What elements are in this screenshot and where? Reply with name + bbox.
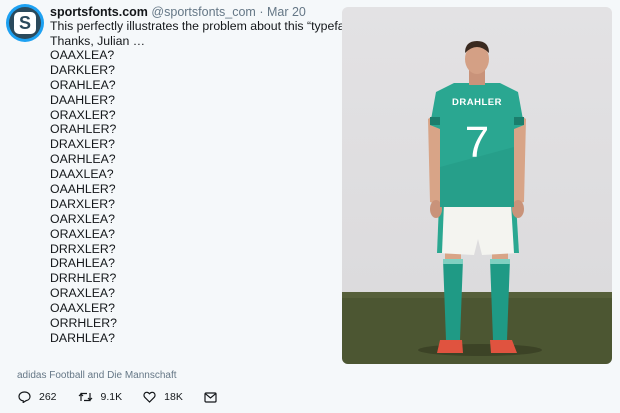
player-photo: DRAHLER 7 bbox=[342, 41, 612, 364]
variant-item: OARHLEA? bbox=[50, 152, 116, 167]
reply-count: 262 bbox=[39, 391, 57, 403]
variant-item: ORAHLEA? bbox=[50, 77, 116, 92]
separator: · bbox=[259, 5, 264, 19]
tweet-line: Thanks, Julian … bbox=[50, 34, 146, 48]
like-button[interactable]: 18K bbox=[143, 391, 183, 403]
tweet-date[interactable]: Mar 20 bbox=[267, 5, 306, 19]
author-name[interactable]: sportsfonts.com bbox=[50, 5, 148, 19]
variant-item: DRRHLER? bbox=[50, 271, 117, 286]
variant-item: DARXLER? bbox=[50, 196, 115, 211]
like-count: 18K bbox=[164, 391, 183, 403]
variant-item: DRRXLER? bbox=[50, 241, 116, 256]
variant-item: DARKLER? bbox=[50, 62, 115, 77]
jersey-name: DRAHLER bbox=[452, 97, 502, 108]
avatar[interactable]: S bbox=[6, 4, 44, 42]
variant-item: ORAHLER? bbox=[50, 122, 117, 137]
variant-item: OAAHLER? bbox=[50, 182, 116, 197]
name-variants-list: OAAXLEA? DARKLER? ORAHLEA? DAAHLER? ORAX… bbox=[50, 48, 117, 346]
direct-message-button[interactable] bbox=[204, 391, 217, 403]
retweet-count: 9.1K bbox=[100, 391, 123, 403]
variant-item: OAAXLEA? bbox=[50, 48, 115, 62]
variant-item: ORAXLEA? bbox=[50, 286, 115, 301]
variant-item: DRAHLEA? bbox=[50, 256, 115, 271]
tweet-photo[interactable]: DRAHLER 7 bbox=[342, 7, 612, 364]
variant-item: DAAXLEA? bbox=[50, 167, 114, 182]
heart-icon bbox=[143, 391, 156, 403]
variant-item: DARHLEA? bbox=[50, 330, 115, 345]
reply-icon bbox=[18, 391, 31, 403]
retweet-icon bbox=[78, 392, 92, 402]
variant-item: ORRHLER? bbox=[50, 316, 117, 331]
variant-item: OARXLEA? bbox=[50, 211, 115, 226]
tweet-header: sportsfonts.com @sportsfonts_com · Mar 2… bbox=[50, 5, 306, 19]
variant-item: OAAXLER? bbox=[50, 301, 115, 316]
variant-item: DRAXLER? bbox=[50, 137, 115, 152]
author-handle[interactable]: @sportsfonts_com bbox=[151, 5, 255, 19]
right-sock bbox=[490, 259, 510, 340]
sportsfonts-logo-icon: S bbox=[9, 7, 41, 39]
tweet-text: This perfectly illustrates the problem a… bbox=[50, 19, 366, 49]
left-boot bbox=[437, 340, 463, 353]
variant-item: ORAXLER? bbox=[50, 107, 116, 122]
variant-item: ORAXLEA? bbox=[50, 226, 115, 241]
left-sock bbox=[443, 259, 463, 340]
reply-button[interactable]: 262 bbox=[18, 391, 57, 403]
tweet-actions: 262 9.1K 18K bbox=[18, 391, 238, 403]
tweet-line: This perfectly illustrates the problem a… bbox=[50, 19, 366, 33]
variant-item: DAAHLER? bbox=[50, 92, 115, 107]
shorts bbox=[437, 203, 519, 255]
retweet-button[interactable]: 9.1K bbox=[78, 391, 123, 403]
media-credit[interactable]: adidas Football and Die Mannschaft bbox=[17, 370, 177, 381]
avatar-letter: S bbox=[14, 12, 36, 34]
jersey-number: 7 bbox=[465, 118, 489, 167]
mail-icon bbox=[204, 391, 217, 403]
